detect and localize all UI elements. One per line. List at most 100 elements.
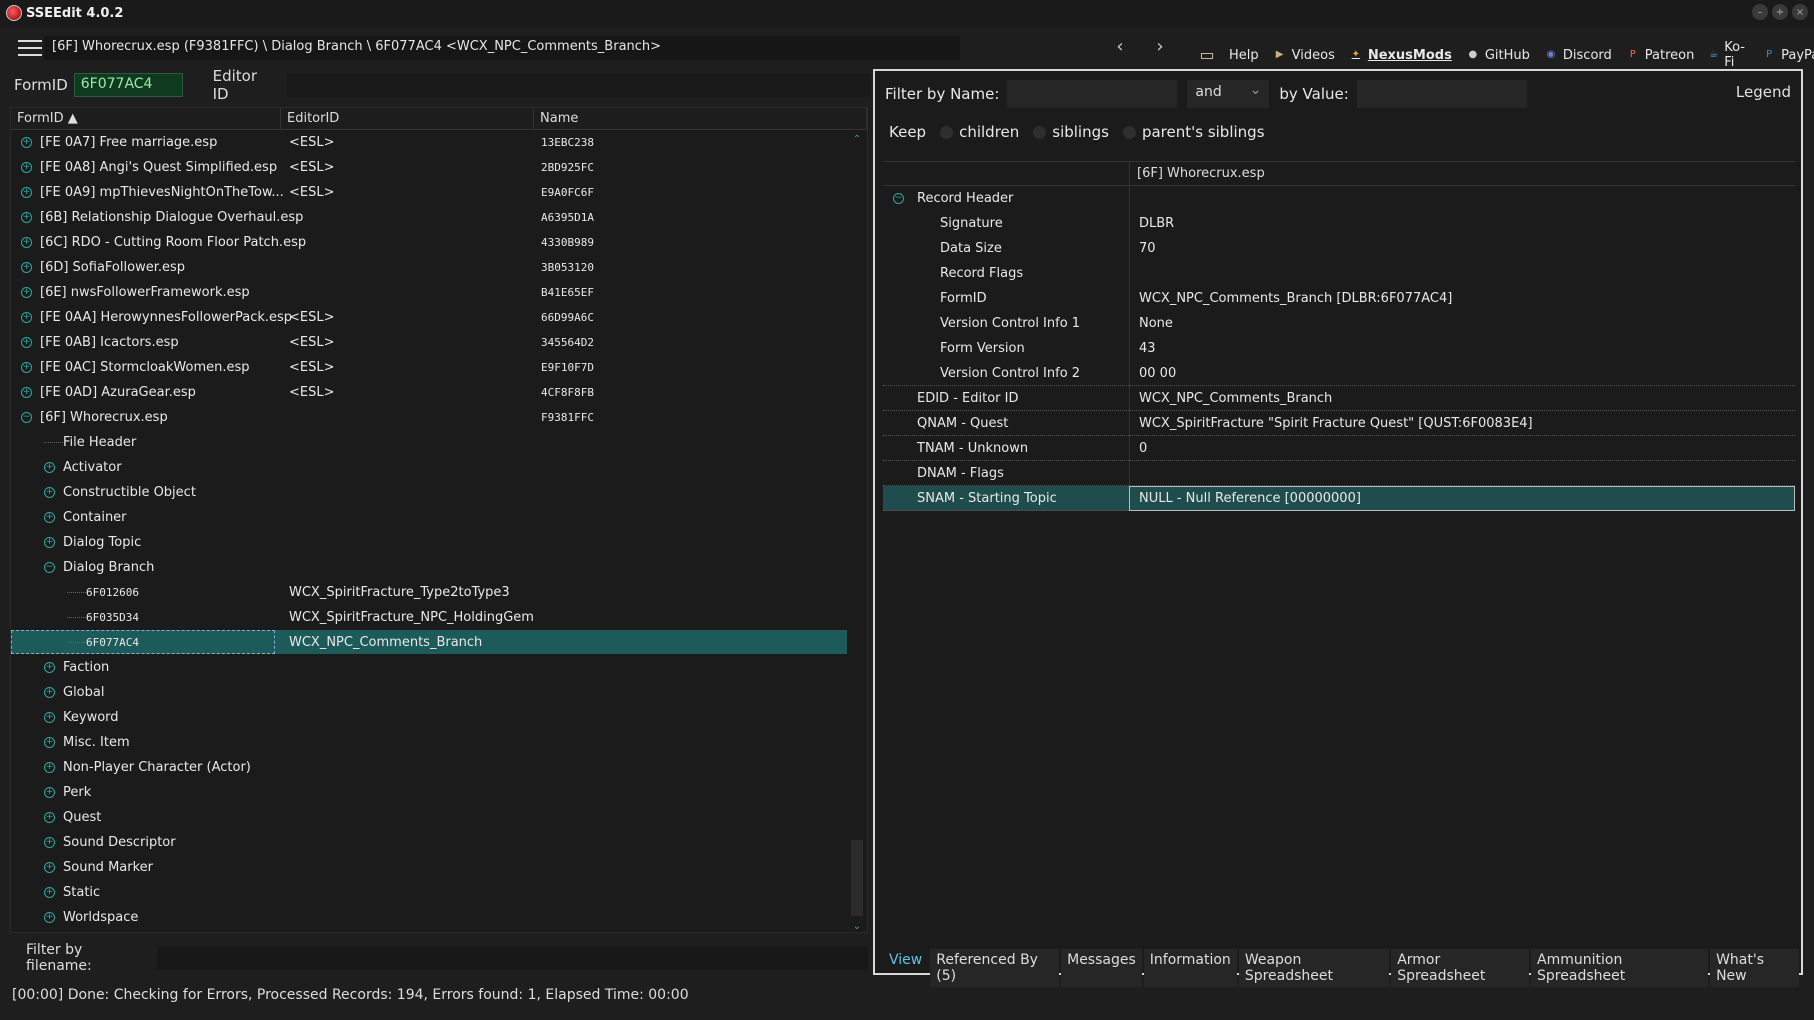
group-row[interactable]: File Header bbox=[11, 430, 847, 454]
group-row[interactable]: + Container bbox=[11, 505, 847, 529]
expand-icon[interactable]: + bbox=[44, 461, 55, 473]
formid-input[interactable]: 6F077AC4 bbox=[73, 73, 183, 97]
close-icon[interactable]: × bbox=[1792, 4, 1808, 20]
group-row[interactable]: + Worldspace bbox=[11, 905, 847, 929]
collapse-icon[interactable]: − bbox=[21, 411, 32, 423]
keep-siblings-checkbox[interactable]: siblings bbox=[1033, 123, 1109, 141]
tab-armor-spreadsheet[interactable]: Armor Spreadsheet bbox=[1391, 949, 1530, 987]
link-ko-fi[interactable]: ☕ Ko-Fi bbox=[1708, 40, 1748, 70]
plugin-row[interactable]: + [6C] RDO - Cutting Room Floor Patch.esp… bbox=[11, 230, 847, 254]
collapse-icon[interactable]: − bbox=[44, 561, 55, 573]
scroll-thumb[interactable] bbox=[851, 840, 863, 916]
group-row[interactable]: + Non-Player Character (Actor) bbox=[11, 755, 847, 779]
group-row[interactable]: + Global bbox=[11, 680, 847, 704]
expand-icon[interactable]: + bbox=[44, 736, 55, 748]
record-path-field[interactable]: [6F] Whorecrux.esp (F9381FFC) \ Dialog B… bbox=[44, 36, 960, 60]
group-row[interactable]: + Activator bbox=[11, 455, 847, 479]
record-row[interactable]: 6F077AC4 WCX_NPC_Comments_Branch bbox=[11, 630, 847, 654]
plugin-row[interactable]: + [FE 0A7] Free marriage.esp <ESL> 13EBC238 bbox=[11, 130, 847, 154]
plugin-row[interactable]: + [FE 0A8] Angi's Quest Simplified.esp <ES… bbox=[11, 155, 847, 179]
filter-name-input[interactable] bbox=[1007, 80, 1178, 108]
field-row[interactable]: Data Size 70 bbox=[883, 236, 1795, 261]
expand-icon[interactable]: + bbox=[44, 536, 55, 548]
expand-icon[interactable]: + bbox=[21, 136, 32, 148]
nav-back-icon[interactable]: ‹ bbox=[1110, 36, 1130, 60]
group-row[interactable]: + Sound Descriptor bbox=[11, 830, 847, 854]
keep-parents-siblings-checkbox[interactable]: parent's siblings bbox=[1122, 123, 1265, 141]
group-row[interactable]: + Misc. Item bbox=[11, 730, 847, 754]
field-row[interactable]: − Record Header bbox=[883, 186, 1795, 211]
expand-icon[interactable]: + bbox=[21, 186, 32, 198]
group-row[interactable]: − Dialog Branch bbox=[11, 555, 847, 579]
expand-icon[interactable]: + bbox=[21, 336, 32, 348]
and-or-select[interactable]: and bbox=[1187, 80, 1270, 108]
field-row[interactable]: EDID - Editor ID WCX_NPC_Comments_Branch bbox=[883, 386, 1795, 411]
expand-icon[interactable]: + bbox=[21, 261, 32, 273]
group-row[interactable]: + Faction bbox=[11, 655, 847, 679]
field-row[interactable]: TNAM - Unknown 0 bbox=[883, 436, 1795, 461]
tab-information[interactable]: Information bbox=[1143, 949, 1237, 987]
field-row[interactable]: DNAM - Flags bbox=[883, 461, 1795, 486]
link-github[interactable]: ● GitHub bbox=[1466, 48, 1529, 63]
expand-icon[interactable]: + bbox=[44, 661, 55, 673]
link-discord[interactable]: ◉ Discord bbox=[1544, 48, 1612, 63]
legend-button[interactable]: Legend bbox=[1736, 83, 1791, 101]
filename-filter-input[interactable] bbox=[156, 946, 868, 970]
plugin-row[interactable]: + [FE 0AC] StormcloakWomen.esp <ESL> E9F10F… bbox=[11, 355, 847, 379]
tab-messages[interactable]: Messages bbox=[1061, 949, 1142, 987]
expand-icon[interactable]: + bbox=[21, 236, 32, 248]
record-field-grid[interactable]: [6F] Whorecrux.esp − Record Header Signatu… bbox=[883, 161, 1795, 941]
expand-icon[interactable]: + bbox=[21, 361, 32, 373]
expand-icon[interactable]: + bbox=[44, 836, 55, 848]
expand-icon[interactable]: + bbox=[21, 211, 32, 223]
field-row[interactable]: SNAM - Starting Topic NULL - Null Referen… bbox=[883, 486, 1795, 511]
plugin-row[interactable]: + [FE 0AA] HerowynnesFollowerPack.esp <ESL… bbox=[11, 305, 847, 329]
field-row[interactable]: Form Version 43 bbox=[883, 336, 1795, 361]
expand-icon[interactable]: + bbox=[21, 286, 32, 298]
expand-icon[interactable]: + bbox=[44, 486, 55, 498]
expand-icon[interactable]: + bbox=[44, 711, 55, 723]
column-formid[interactable]: FormID ▲ bbox=[11, 108, 281, 129]
group-row[interactable]: + Static bbox=[11, 880, 847, 904]
expand-icon[interactable]: + bbox=[21, 386, 32, 398]
column-editorid[interactable]: EditorID bbox=[281, 108, 534, 129]
filter-value-input[interactable] bbox=[1356, 80, 1527, 108]
expand-icon[interactable]: + bbox=[44, 686, 55, 698]
maximize-icon[interactable]: + bbox=[1772, 4, 1788, 20]
group-row[interactable]: + Keyword bbox=[11, 705, 847, 729]
plugin-row[interactable]: − [6F] Whorecrux.esp F9381FFC bbox=[11, 405, 847, 429]
editorid-input[interactable] bbox=[287, 73, 870, 97]
plugin-row[interactable]: + [6B] Relationship Dialogue Overhaul.esp… bbox=[11, 205, 847, 229]
group-row[interactable]: + Constructible Object bbox=[11, 480, 847, 504]
field-row[interactable]: Signature DLBR bbox=[883, 211, 1795, 236]
tab-ammunition-spreadsheet[interactable]: Ammunition Spreadsheet bbox=[1531, 949, 1709, 987]
plugin-row[interactable]: + [6D] SofiaFollower.esp 3B053120 bbox=[11, 255, 847, 279]
field-row[interactable]: QNAM - Quest WCX_SpiritFracture "Spirit F… bbox=[883, 411, 1795, 436]
tab-referenced-by-5[interactable]: Referenced By (5) bbox=[930, 949, 1060, 987]
column-name[interactable]: Name bbox=[534, 108, 867, 129]
plugin-row[interactable]: + [FE 0AD] AzuraGear.esp <ESL> 4CF8F8FB bbox=[11, 380, 847, 404]
link-videos[interactable]: ▶ Videos bbox=[1273, 48, 1335, 63]
tree-scrollbar[interactable]: ⌃ ⌄ bbox=[851, 130, 863, 932]
expand-icon[interactable]: + bbox=[44, 861, 55, 873]
record-row[interactable]: 6F035D34 WCX_SpiritFracture_NPC_HoldingGe… bbox=[11, 605, 847, 629]
grid-column-header[interactable]: [6F] Whorecrux.esp bbox=[1137, 166, 1265, 181]
scroll-up-icon[interactable]: ⌃ bbox=[851, 134, 863, 145]
link-patreon[interactable]: P Patreon bbox=[1626, 48, 1695, 63]
field-row[interactable]: Version Control Info 1 None bbox=[883, 311, 1795, 336]
scroll-down-icon[interactable]: ⌄ bbox=[851, 921, 863, 932]
tab-view[interactable]: View bbox=[883, 949, 928, 987]
field-row[interactable]: Record Flags bbox=[883, 261, 1795, 286]
expand-icon[interactable]: + bbox=[21, 161, 32, 173]
minimize-icon[interactable]: – bbox=[1752, 4, 1768, 20]
expand-icon[interactable]: + bbox=[44, 886, 55, 898]
expand-icon[interactable]: + bbox=[44, 786, 55, 798]
link-help[interactable]: ▭ Help bbox=[1190, 47, 1258, 63]
tab-weapon-spreadsheet[interactable]: Weapon Spreadsheet bbox=[1238, 949, 1390, 987]
nav-forward-icon[interactable]: › bbox=[1150, 36, 1170, 60]
expand-icon[interactable]: + bbox=[44, 761, 55, 773]
expand-icon[interactable]: + bbox=[44, 811, 55, 823]
collapse-icon[interactable]: − bbox=[893, 193, 904, 204]
group-row[interactable]: + Perk bbox=[11, 780, 847, 804]
tab-what-s-new[interactable]: What's New bbox=[1710, 949, 1799, 987]
